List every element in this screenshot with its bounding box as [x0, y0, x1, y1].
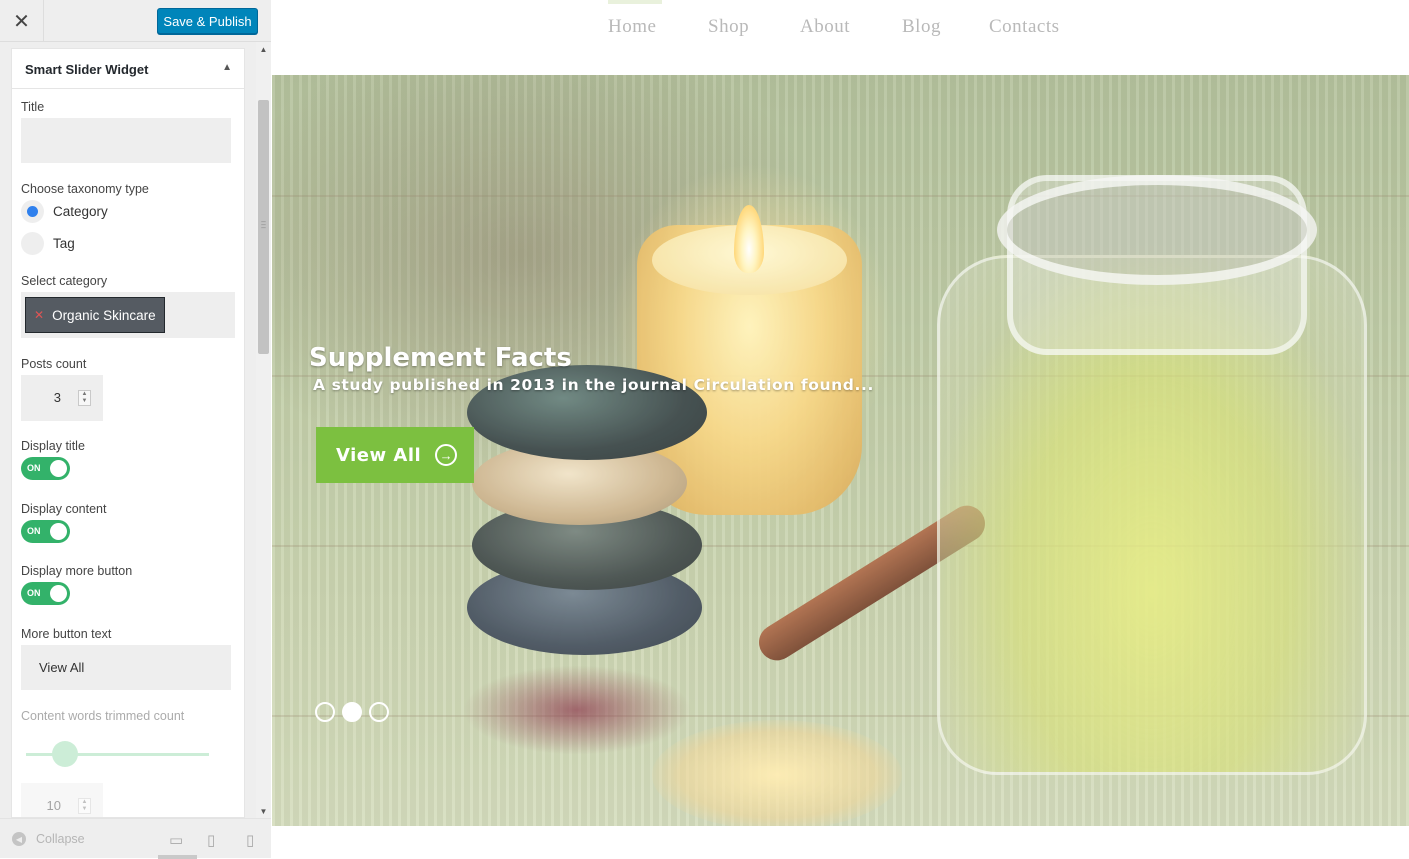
spin-arrows-icon[interactable]: ▲ ▼	[78, 798, 91, 814]
nav-shop[interactable]: Shop	[708, 16, 749, 38]
more-button-text-input[interactable]	[21, 645, 231, 690]
trim-count-value: 10	[46, 798, 61, 813]
mobile-icon[interactable]: ▯	[246, 831, 254, 849]
collapse-icon[interactable]: ◀	[12, 832, 26, 846]
scroll-up-arrow-icon[interactable]: ▲	[256, 42, 271, 56]
scrollbar-thumb[interactable]: ‒ ‒ ‒	[258, 100, 269, 354]
category-chip: ✕ Organic Skincare	[25, 297, 165, 333]
trim-range-thumb[interactable]	[52, 741, 78, 767]
site-preview: Home Shop About Blog Contacts Supplement…	[272, 0, 1409, 858]
toggle-knob	[50, 585, 67, 602]
toggle-on-text: ON	[27, 463, 41, 473]
customizer-header: ✕ Save & Publish	[0, 0, 271, 42]
view-all-button[interactable]: View All →	[316, 427, 474, 483]
customizer-footer: ◀ Collapse ▭ ▯ ▯	[0, 818, 271, 859]
radio-label-tag: Tag	[53, 236, 75, 251]
radio-button-unchecked[interactable]	[21, 232, 44, 255]
radio-button-checked[interactable]	[21, 200, 44, 223]
taxonomy-label: Choose taxonomy type	[21, 182, 149, 196]
nav-blog[interactable]: Blog	[902, 16, 941, 38]
nav-home[interactable]: Home	[608, 16, 656, 38]
smart-slider-widget-panel: Smart Slider Widget ▲ Title Choose taxon…	[11, 48, 245, 818]
active-nav-indicator	[608, 0, 662, 4]
display-content-toggle[interactable]: ON	[21, 520, 70, 543]
trim-count-stepper[interactable]: 10 ▲ ▼	[21, 783, 103, 817]
scroll-down-arrow-icon[interactable]: ▼	[256, 804, 271, 818]
display-more-label: Display more button	[21, 564, 133, 578]
spin-arrows-icon[interactable]: ▲ ▼	[78, 390, 91, 406]
nav-contacts[interactable]: Contacts	[989, 16, 1060, 38]
main-navigation: Home Shop About Blog Contacts	[272, 0, 1409, 54]
slide-excerpt: A study published in 2013 in the journal…	[313, 376, 874, 394]
slider-dot-2[interactable]	[342, 702, 362, 722]
remove-x-icon[interactable]: ✕	[34, 308, 44, 322]
widget-header[interactable]: Smart Slider Widget ▲	[12, 49, 244, 89]
view-all-label: View All	[336, 444, 422, 466]
toggle-knob	[50, 460, 67, 477]
title-label: Title	[21, 100, 45, 114]
desktop-icon[interactable]: ▭	[169, 831, 183, 849]
display-content-label: Display content	[21, 502, 107, 516]
posts-count-value: 3	[53, 390, 61, 405]
trim-count-label: Content words trimmed count	[21, 709, 185, 723]
tablet-icon[interactable]: ▯	[207, 831, 215, 849]
posts-count-stepper[interactable]: 3 ▲ ▼	[21, 375, 103, 421]
slider-dot-3[interactable]	[369, 702, 389, 722]
category-chip-label: Organic Skincare	[52, 307, 156, 323]
customizer-sidebar: ✕ Save & Publish Smart Slider Widget ▲ T…	[0, 0, 271, 859]
collapse-button[interactable]: Collapse	[36, 832, 85, 846]
close-icon[interactable]: ✕	[0, 0, 44, 42]
category-label: Select category	[21, 274, 108, 288]
collapse-arrow-icon[interactable]: ▲	[222, 62, 232, 73]
widget-title: Smart Slider Widget	[25, 62, 149, 77]
display-title-toggle[interactable]: ON	[21, 457, 70, 480]
save-publish-button[interactable]: Save & Publish	[157, 8, 258, 34]
title-input[interactable]	[21, 118, 231, 163]
display-title-label: Display title	[21, 439, 85, 453]
radio-category[interactable]: Category	[21, 200, 108, 223]
toggle-knob	[50, 523, 67, 540]
sidebar-scrollbar[interactable]: ▲ ‒ ‒ ‒ ▼	[256, 42, 271, 818]
radio-tag[interactable]: Tag	[21, 232, 75, 255]
slide-title: Supplement Facts	[309, 343, 572, 373]
radio-label-category: Category	[53, 204, 108, 219]
toggle-on-text: ON	[27, 588, 41, 598]
nav-about[interactable]: About	[800, 16, 850, 38]
display-more-toggle[interactable]: ON	[21, 582, 70, 605]
posts-count-label: Posts count	[21, 357, 87, 371]
active-device-indicator	[158, 855, 197, 859]
arrow-circle-right-icon: →	[435, 444, 458, 466]
more-text-label: More button text	[21, 627, 112, 641]
category-select[interactable]: ✕ Organic Skincare	[21, 292, 235, 338]
hero-slider: Supplement Facts A study published in 20…	[272, 75, 1409, 826]
slider-dot-1[interactable]	[315, 702, 335, 722]
toggle-on-text: ON	[27, 526, 41, 536]
grip-icon: ‒ ‒ ‒	[261, 217, 266, 232]
